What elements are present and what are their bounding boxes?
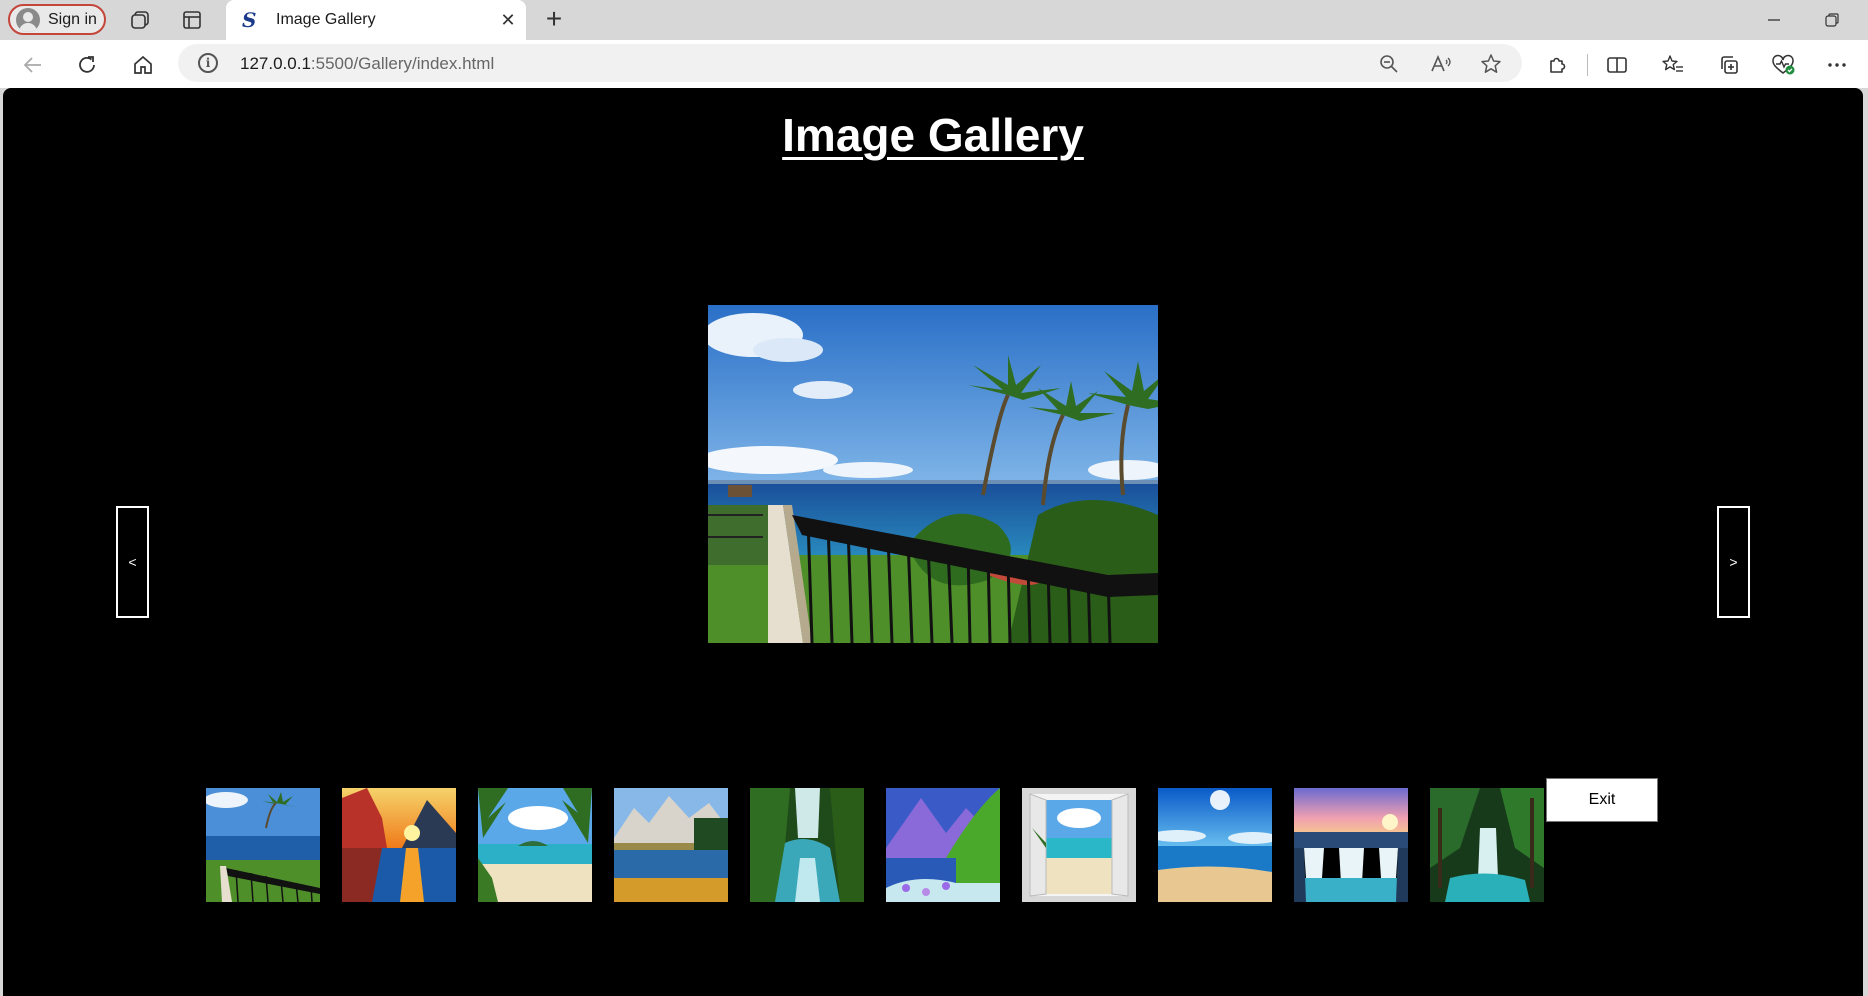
thumbnail-2[interactable] bbox=[342, 788, 456, 902]
tab-image-gallery[interactable]: S Image Gallery ✕ bbox=[226, 0, 526, 40]
sign-in-label: Sign in bbox=[48, 10, 97, 28]
browser-essentials-icon[interactable] bbox=[1770, 52, 1796, 78]
thumbnail-4[interactable] bbox=[614, 788, 728, 902]
read-aloud-icon[interactable] bbox=[1430, 53, 1452, 75]
thumbnail-10[interactable] bbox=[1430, 788, 1544, 902]
thumbnail-3[interactable] bbox=[478, 788, 592, 902]
close-tab-icon[interactable]: ✕ bbox=[498, 10, 518, 30]
collections-icon[interactable] bbox=[1716, 52, 1742, 78]
thumbnail-strip bbox=[206, 788, 1576, 902]
thumbnail-9[interactable] bbox=[1294, 788, 1408, 902]
restore-icon[interactable] bbox=[1812, 6, 1852, 34]
browser-toolbar: i 127.0.0.1:5500/Gallery/index.html bbox=[0, 40, 1868, 88]
site-favicon-icon: S bbox=[242, 8, 257, 32]
thumbnail-1[interactable] bbox=[206, 788, 320, 902]
thumbnail-5[interactable] bbox=[750, 788, 864, 902]
toolbar-divider bbox=[1587, 54, 1588, 76]
page-title: Image Gallery bbox=[782, 109, 1084, 161]
exit-button[interactable]: Exit bbox=[1546, 778, 1658, 822]
workspaces-icon[interactable] bbox=[128, 8, 152, 32]
refresh-icon[interactable] bbox=[74, 52, 100, 78]
favorites-icon[interactable] bbox=[1660, 52, 1686, 78]
avatar-icon bbox=[16, 7, 40, 32]
split-screen-icon[interactable] bbox=[1604, 52, 1630, 78]
vertical-tabs-icon[interactable] bbox=[180, 8, 204, 32]
browser-tab-strip: Sign in S Image Gallery ✕ + bbox=[0, 0, 1868, 40]
address-bar[interactable]: i 127.0.0.1:5500/Gallery/index.html bbox=[178, 44, 1522, 82]
thumbnail-6[interactable] bbox=[886, 788, 1000, 902]
zoom-out-icon[interactable] bbox=[1378, 53, 1400, 75]
next-button[interactable]: > bbox=[1717, 506, 1750, 618]
sign-in-button[interactable]: Sign in bbox=[8, 4, 106, 35]
url-text[interactable]: 127.0.0.1:5500/Gallery/index.html bbox=[240, 54, 494, 74]
site-info-icon[interactable]: i bbox=[198, 53, 218, 73]
favorite-star-icon[interactable] bbox=[1480, 53, 1502, 75]
tab-title: Image Gallery bbox=[276, 11, 376, 28]
home-icon[interactable] bbox=[130, 52, 156, 78]
thumbnail-8[interactable] bbox=[1158, 788, 1272, 902]
page-viewport: Image Gallery < > Exit bbox=[3, 88, 1863, 996]
thumbnail-7[interactable] bbox=[1022, 788, 1136, 902]
back-icon[interactable] bbox=[20, 52, 46, 78]
prev-button[interactable]: < bbox=[116, 506, 149, 618]
minimize-icon[interactable] bbox=[1754, 6, 1794, 34]
more-menu-icon[interactable] bbox=[1824, 52, 1850, 78]
extensions-icon[interactable] bbox=[1544, 52, 1570, 78]
new-tab-icon[interactable]: + bbox=[540, 5, 568, 34]
main-gallery-image bbox=[708, 305, 1158, 643]
